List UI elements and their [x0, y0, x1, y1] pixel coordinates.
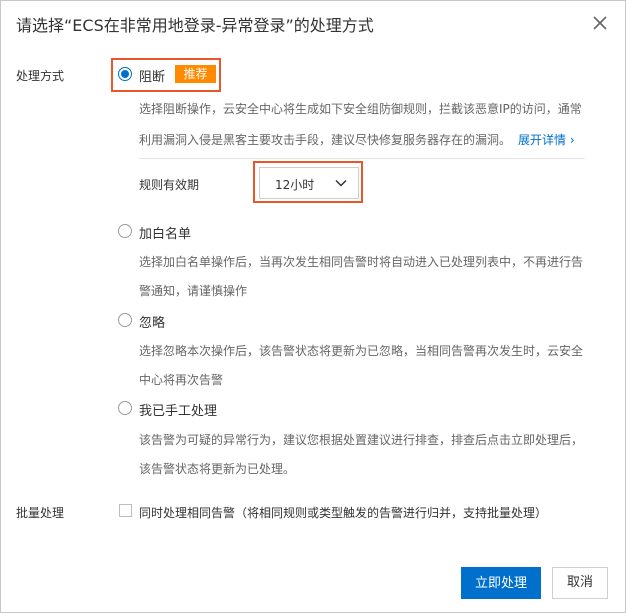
radio-whitelist[interactable]: [118, 224, 132, 238]
radio-manual[interactable]: [118, 401, 132, 415]
handle-method-dialog: 请选择“ECS在非常用地登录-异常登录”的处理方式 处理方式 阻断 推荐 选择阻…: [0, 0, 626, 613]
chevron-down-icon: [335, 179, 347, 187]
recommend-badge: 推荐: [175, 65, 216, 83]
block-desc-line-2: 利用漏洞入侵是黑客主要攻击手段，建议尽快修复服务器存在的漏洞。: [139, 133, 512, 147]
batch-checkbox[interactable]: [119, 504, 132, 517]
radio-ignore[interactable]: [118, 313, 132, 327]
batch-checkbox-label[interactable]: 同时处理相同告警（将相同规则或类型触发的告警进行归并，支持批量处理）: [139, 504, 547, 521]
whitelist-desc-line-1: 选择加白名单操作后，当再次发生相同告警时将自动进入已处理列表中，不再进行告: [139, 255, 584, 269]
expand-details-link[interactable]: 展开详情 ›: [518, 131, 575, 148]
option-label-whitelist[interactable]: 加白名单: [139, 223, 191, 242]
rule-validity-label: 规则有效期: [139, 178, 200, 192]
close-icon[interactable]: [589, 12, 611, 34]
batch-label: 批量处理: [16, 506, 65, 520]
option-label-block[interactable]: 阻断: [139, 66, 165, 85]
option-label-manual[interactable]: 我已手工处理: [139, 400, 217, 419]
cancel-button[interactable]: 取消: [552, 567, 608, 599]
method-label: 处理方式: [16, 69, 65, 83]
whitelist-desc-line-2: 警通知，请谨慎操作: [139, 284, 248, 298]
dialog-title: 请选择“ECS在非常用地登录-异常登录”的处理方式: [16, 16, 374, 35]
manual-desc-line-2: 该告警状态将更新为已处理。: [139, 462, 296, 476]
option-label-ignore[interactable]: 忽略: [139, 312, 165, 331]
radio-block[interactable]: [118, 67, 132, 81]
confirm-button[interactable]: 立即处理: [461, 567, 541, 599]
ignore-desc-line-1: 选择忽略本次操作后，该告警状态将更新为已忽略，当相同告警再次发生时，云安全: [139, 344, 584, 358]
manual-desc-line-1: 该告警为可疑的异常行为，建议您根据处置建议进行排查，排查后点击立即处理后，: [139, 433, 584, 447]
ignore-desc-line-2: 中心将再次告警: [139, 373, 224, 387]
block-desc-line-1: 选择阻断操作，云安全中心将生成如下安全组防御规则，拦截该恶意IP的访问，通常: [139, 102, 582, 116]
rule-validity-value: 12小时: [275, 178, 315, 192]
rule-validity-select[interactable]: 12小时: [259, 167, 359, 199]
divider: [139, 158, 585, 159]
